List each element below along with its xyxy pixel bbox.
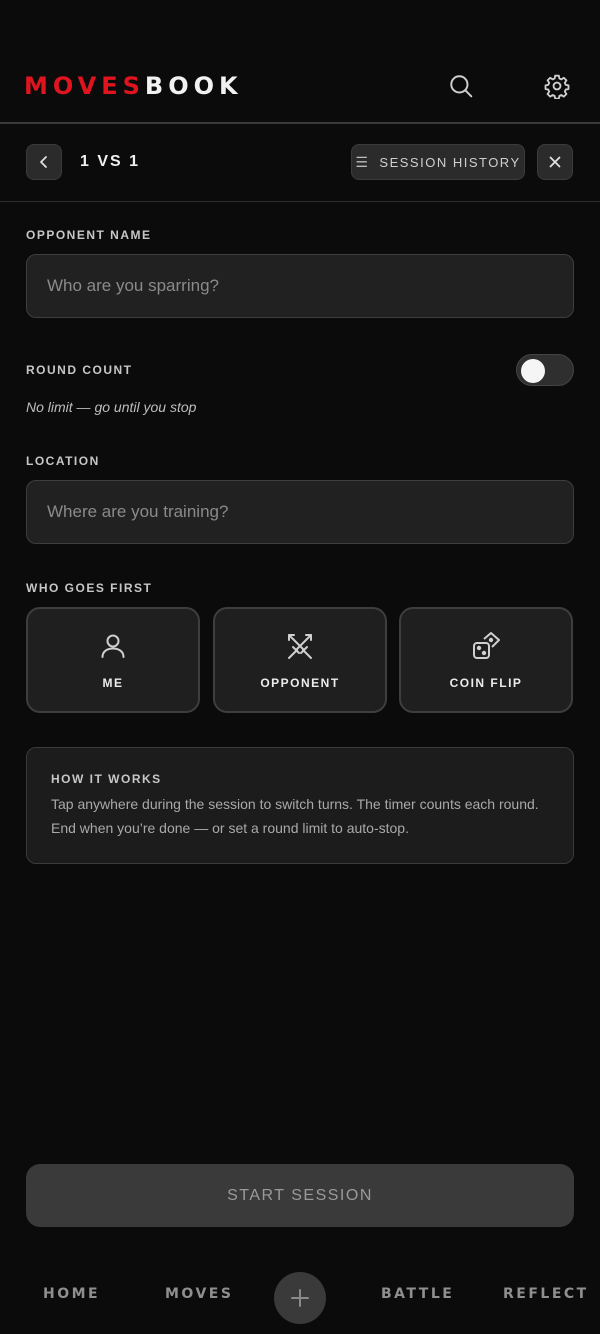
nav-battle[interactable]: BATTLE	[381, 1286, 454, 1302]
logo-book: BOOK	[144, 72, 243, 100]
close-icon	[549, 156, 561, 168]
how-it-works-card: HOW IT WORKS Tap anywhere during the ses…	[26, 747, 574, 864]
chevron-left-icon	[40, 156, 47, 168]
plus-icon	[291, 1289, 309, 1307]
user-icon	[101, 634, 125, 658]
dice-icon	[473, 632, 500, 659]
how-it-works-body: Tap anywhere during the session to switc…	[51, 796, 539, 836]
opponent-name-input[interactable]	[47, 276, 553, 296]
page-title: 1 VS 1	[80, 153, 141, 170]
how-it-works-title: HOW IT WORKS	[51, 772, 162, 786]
first-option-coin-flip-label: COIN FLIP	[449, 676, 523, 690]
back-button[interactable]	[26, 144, 62, 180]
toggle-knob	[521, 359, 545, 383]
settings-button[interactable]	[535, 64, 579, 108]
first-option-opponent[interactable]: OPPONENT	[213, 607, 387, 713]
opponent-name-label: OPPONENT NAME	[26, 228, 152, 242]
first-option-me[interactable]: ME	[26, 607, 200, 713]
add-button[interactable]	[274, 1272, 326, 1324]
search-icon	[450, 75, 473, 98]
first-option-opponent-label: OPPONENT	[260, 676, 340, 690]
location-input[interactable]	[47, 502, 553, 522]
search-button[interactable]	[439, 64, 483, 108]
session-history-button[interactable]: ☰ SESSION HISTORY	[351, 144, 525, 180]
session-subbar: 1 VS 1 ☰ SESSION HISTORY	[0, 124, 600, 202]
start-session-button[interactable]: START SESSION	[26, 1164, 574, 1227]
nav-moves[interactable]: MOVES	[165, 1286, 233, 1302]
app-bar: MOVESBOOK	[0, 0, 600, 124]
session-history-label: SESSION HISTORY	[379, 154, 521, 170]
crossed-swords-icon	[288, 634, 312, 659]
list-icon: ☰	[355, 153, 370, 170]
first-option-coin-flip[interactable]: COIN FLIP	[399, 607, 573, 713]
opponent-name-field[interactable]	[26, 254, 574, 318]
gear-icon	[544, 74, 570, 99]
round-count-hint: No limit — go until you stop	[26, 399, 197, 415]
first-option-me-label: ME	[102, 676, 124, 690]
nav-reflect[interactable]: REFLECT	[503, 1286, 589, 1302]
logo-moves: MOVES	[24, 72, 145, 100]
round-count-label: ROUND COUNT	[26, 363, 133, 377]
location-field[interactable]	[26, 480, 574, 544]
round-count-toggle[interactable]	[516, 354, 574, 386]
brand-logo: MOVESBOOK	[24, 72, 243, 100]
close-button[interactable]	[537, 144, 573, 180]
nav-home[interactable]: HOME	[43, 1286, 100, 1302]
who-goes-first-label: WHO GOES FIRST	[26, 581, 153, 595]
location-label: LOCATION	[26, 454, 100, 468]
